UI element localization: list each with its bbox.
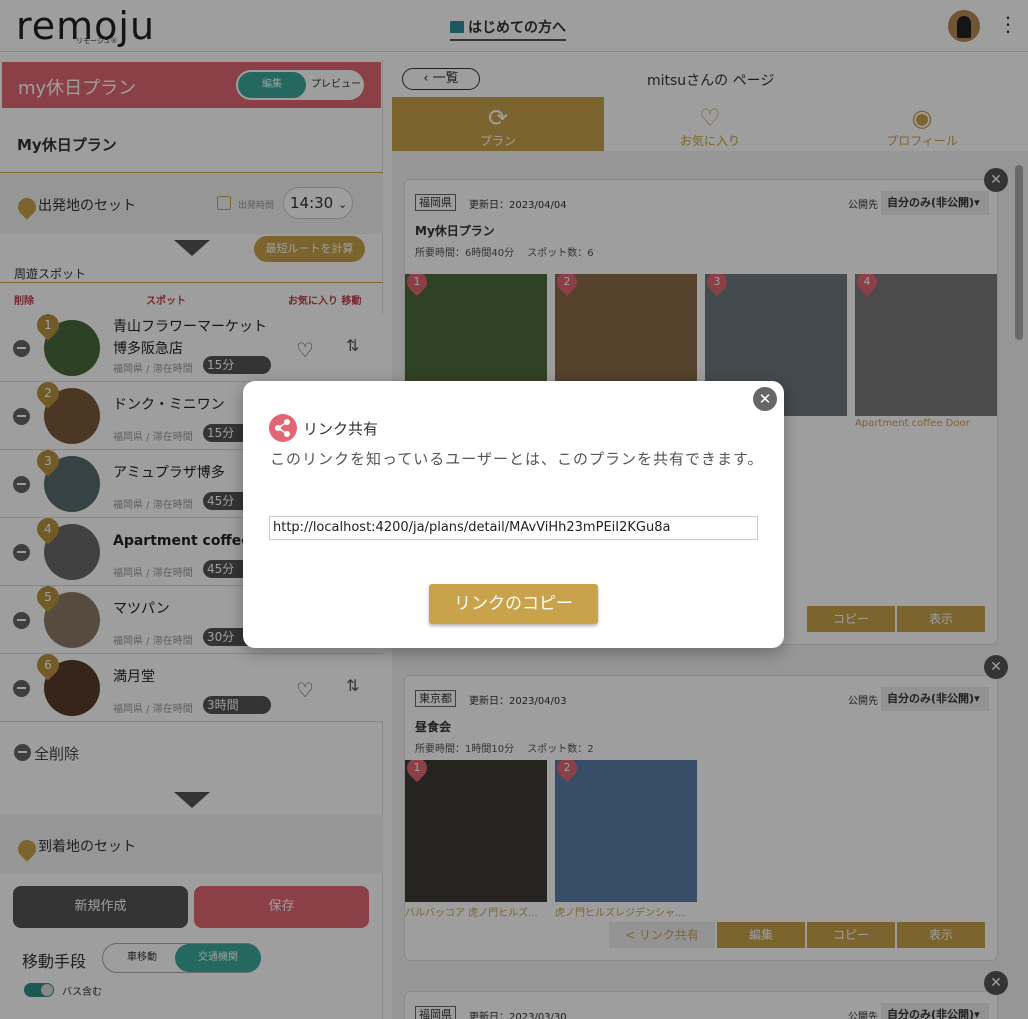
close-icon[interactable]: ✕ — [753, 387, 777, 411]
share-link-field[interactable]: http://localhost:4200/ja/plans/detail/MA… — [269, 516, 758, 540]
modal-title: リンク共有 — [303, 420, 379, 438]
share-link-modal: ✕ リンク共有 このリンクを知っているユーザーとは、このプランを共有できます。 … — [243, 381, 784, 648]
copy-link-button[interactable]: リンクのコピー — [429, 584, 598, 624]
share-icon — [269, 414, 297, 442]
modal-description: このリンクを知っているユーザーとは、このプランを共有できます。 — [270, 450, 764, 468]
